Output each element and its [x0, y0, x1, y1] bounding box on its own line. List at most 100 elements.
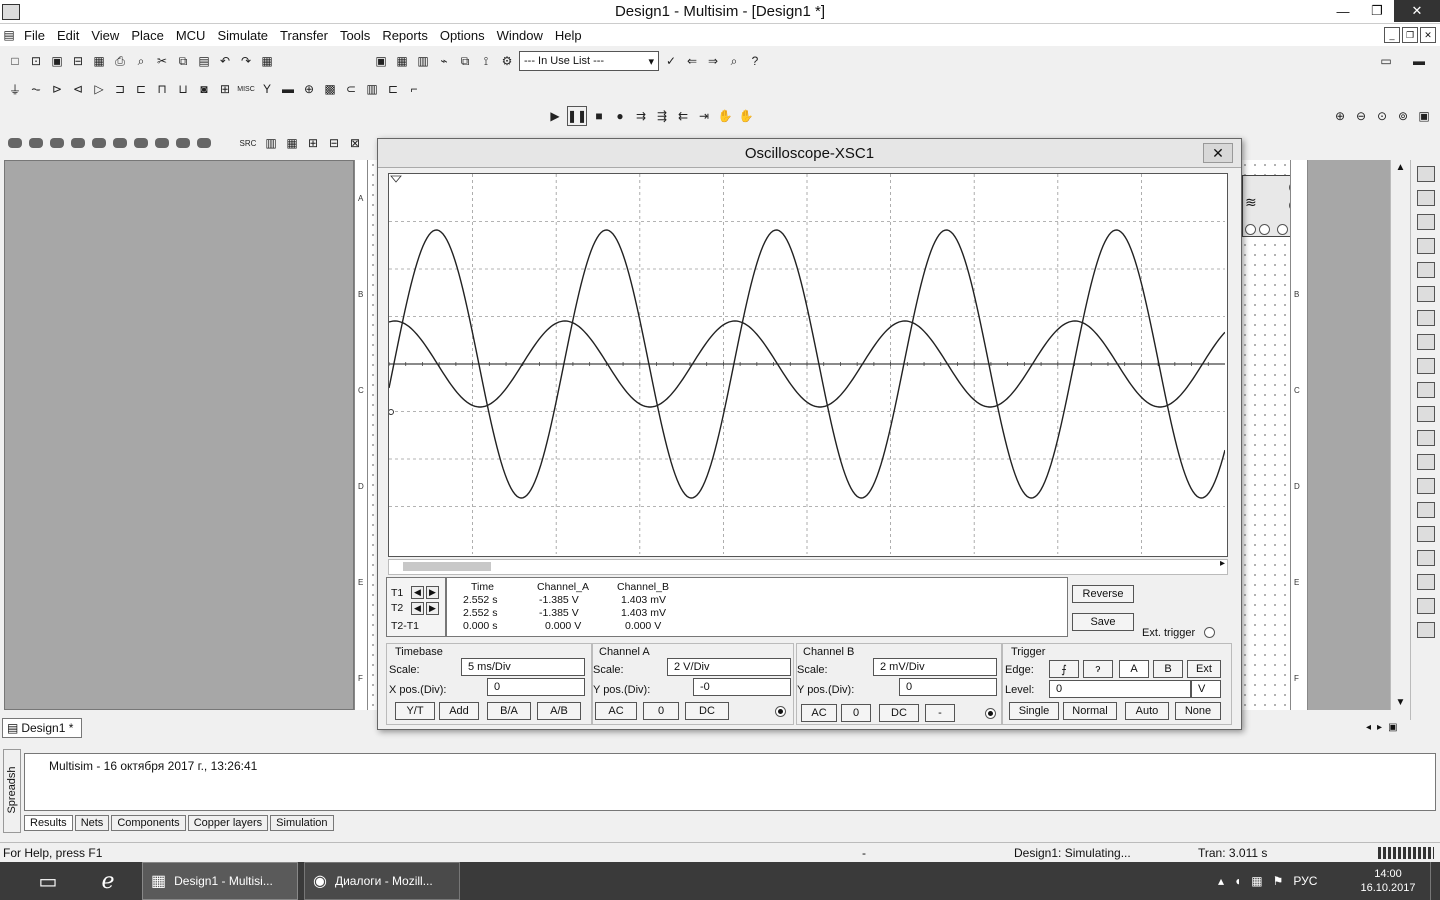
step-into-icon[interactable]: ⇉	[632, 107, 650, 125]
zoom-out-icon[interactable]: ⊖	[1352, 107, 1370, 125]
timebase-scale-field[interactable]: 5 ms/Div	[461, 658, 585, 676]
save-icon[interactable]: ▣	[48, 52, 66, 70]
instrument-icon[interactable]	[1416, 478, 1435, 494]
mixed-probe-icon[interactable]: ▦	[283, 134, 301, 152]
instrument-bode-plotter-icon[interactable]	[113, 138, 127, 148]
tab-nets[interactable]: Nets	[74, 815, 110, 831]
grapher-icon[interactable]: ⌁	[435, 52, 453, 70]
new-icon[interactable]: □	[6, 52, 24, 70]
mcu-icon[interactable]: ▩	[321, 80, 339, 98]
hier-block-icon[interactable]: ▥	[363, 80, 381, 98]
instrument-oscilloscope-icon[interactable]	[71, 138, 85, 148]
auto-button[interactable]: Auto	[1125, 702, 1169, 720]
step-out-icon[interactable]: ⇇	[674, 107, 692, 125]
place-text-icon[interactable]: ⊏	[384, 80, 402, 98]
instrument-icon[interactable]	[1416, 166, 1435, 182]
scroll-thumb[interactable]	[403, 562, 491, 571]
ladder-icon[interactable]: ⊟	[325, 134, 343, 152]
channel-b-ypos-field[interactable]: 0	[899, 678, 997, 696]
src-icon[interactable]: SRC	[237, 134, 259, 152]
menu-edit[interactable]: Edit	[51, 28, 85, 43]
volume-icon[interactable]: ◖	[1234, 874, 1241, 888]
chevron-left-icon[interactable]: ◂	[1366, 722, 1371, 736]
back-annotate-icon[interactable]: ⇐	[683, 52, 701, 70]
tab-design1[interactable]: ▤ Design1 *	[2, 718, 82, 738]
cut-icon[interactable]: ✂	[153, 52, 171, 70]
instrument-icon[interactable]	[1416, 406, 1435, 422]
instrument-icon[interactable]	[1416, 622, 1435, 638]
source-icon[interactable]: ⏚	[6, 80, 24, 98]
instrument-icon[interactable]	[1416, 598, 1435, 614]
menu-options[interactable]: Options	[434, 28, 491, 43]
instrument-icon[interactable]	[1416, 286, 1435, 302]
cursor-t1-marker[interactable]	[390, 175, 402, 183]
menu-file[interactable]: File	[18, 28, 51, 43]
run-to-cursor-icon[interactable]: ⇥	[695, 107, 713, 125]
mdi-restore-icon[interactable]: ❐	[1402, 27, 1418, 43]
scroll-down-icon[interactable]: ▼	[1391, 697, 1410, 708]
run-icon[interactable]: ▶	[546, 107, 564, 125]
ba-button[interactable]: B/A	[487, 702, 531, 720]
transistor-icon[interactable]: ⊲	[69, 80, 87, 98]
instrument-icon[interactable]	[1416, 214, 1435, 230]
chevron-right-icon[interactable]: ▸	[1377, 722, 1382, 736]
electromech-icon[interactable]: ⊕	[300, 80, 318, 98]
menu-place[interactable]: Place	[125, 28, 170, 43]
t2-left-arrow-icon[interactable]: ◀	[411, 602, 424, 615]
instrument-multimeter-icon[interactable]	[8, 138, 22, 148]
oscilloscope-titlebar[interactable]: Oscilloscope-XSC1 ✕	[378, 139, 1241, 168]
pause-icon[interactable]: ❚❚	[567, 106, 587, 126]
scroll-up-icon[interactable]: ▲	[1391, 162, 1410, 173]
t2-right-arrow-icon[interactable]: ▶	[426, 602, 439, 615]
open-sample-icon[interactable]: ⊟	[69, 52, 87, 70]
channel-a-ypos-field[interactable]: -0	[693, 678, 791, 696]
instrument-icon[interactable]	[1416, 550, 1435, 566]
instrument-icon[interactable]	[1416, 502, 1435, 518]
instrument-icon[interactable]	[1416, 358, 1435, 374]
menu-simulate[interactable]: Simulate	[211, 28, 274, 43]
clock[interactable]: 14:00 16.10.2017	[1354, 862, 1422, 900]
open-icon[interactable]: ⊡	[27, 52, 45, 70]
print-icon[interactable]: ⎙	[111, 52, 129, 70]
cmos-icon[interactable]: ⊏	[132, 80, 150, 98]
language-indicator[interactable]: РУС	[1293, 874, 1317, 888]
single-button[interactable]: Single	[1009, 702, 1059, 720]
t1-right-arrow-icon[interactable]: ▶	[426, 586, 439, 599]
normal-button[interactable]: Normal	[1063, 702, 1117, 720]
falling-edge-button[interactable]: ɂ	[1083, 660, 1113, 678]
document-icon[interactable]: ▤	[0, 26, 18, 44]
mixed-icon[interactable]: ⊔	[174, 80, 192, 98]
undo-icon[interactable]: ↶	[216, 52, 234, 70]
instrument-icon[interactable]	[1416, 382, 1435, 398]
toggle-view-icon[interactable]: ▣	[372, 52, 390, 70]
in-use-list-select[interactable]: --- In Use List --- ▾	[519, 51, 659, 71]
breakpoint-icon[interactable]: ✋	[716, 107, 734, 125]
tab-list-icon[interactable]: ▣	[1388, 722, 1397, 736]
tab-components[interactable]: Components	[111, 815, 186, 831]
zoom-in-icon[interactable]: ⊕	[1331, 107, 1349, 125]
erc-icon[interactable]: ✓	[662, 52, 680, 70]
network-icon[interactable]: ▦	[1251, 874, 1262, 888]
basic-icon[interactable]: ⏦	[27, 80, 45, 98]
taskbar-item-multisim[interactable]: ▦ Design1 - Multisi...	[142, 862, 298, 900]
breadboard-view-icon[interactable]: ▭	[1371, 52, 1401, 70]
wire-icon[interactable]: ⌐	[405, 80, 423, 98]
trigger-source-a-button[interactable]: A	[1119, 660, 1149, 678]
grid-icon[interactable]: ▦	[258, 52, 276, 70]
channel-b-minus-button[interactable]: -	[925, 704, 955, 722]
menu-mcu[interactable]: MCU	[170, 28, 212, 43]
instrument-icon[interactable]	[1416, 574, 1435, 590]
menu-reports[interactable]: Reports	[376, 28, 434, 43]
rising-edge-button[interactable]: ⨍	[1049, 660, 1079, 678]
instrument-icon[interactable]	[1416, 334, 1435, 350]
find-example-icon[interactable]: ⌕	[725, 52, 743, 70]
zoom-area-icon[interactable]: ⊙	[1373, 107, 1391, 125]
add-button[interactable]: Add	[439, 702, 479, 720]
t1-left-arrow-icon[interactable]: ◀	[411, 586, 424, 599]
zoom-fit-icon[interactable]: ⊚	[1394, 107, 1412, 125]
pcb-view-icon[interactable]: ▬	[1404, 52, 1434, 70]
misc-digital-icon[interactable]: ⊓	[153, 80, 171, 98]
instrument-icon[interactable]	[1416, 238, 1435, 254]
instrument-icon[interactable]	[1416, 526, 1435, 542]
ttl-icon[interactable]: ⊐	[111, 80, 129, 98]
